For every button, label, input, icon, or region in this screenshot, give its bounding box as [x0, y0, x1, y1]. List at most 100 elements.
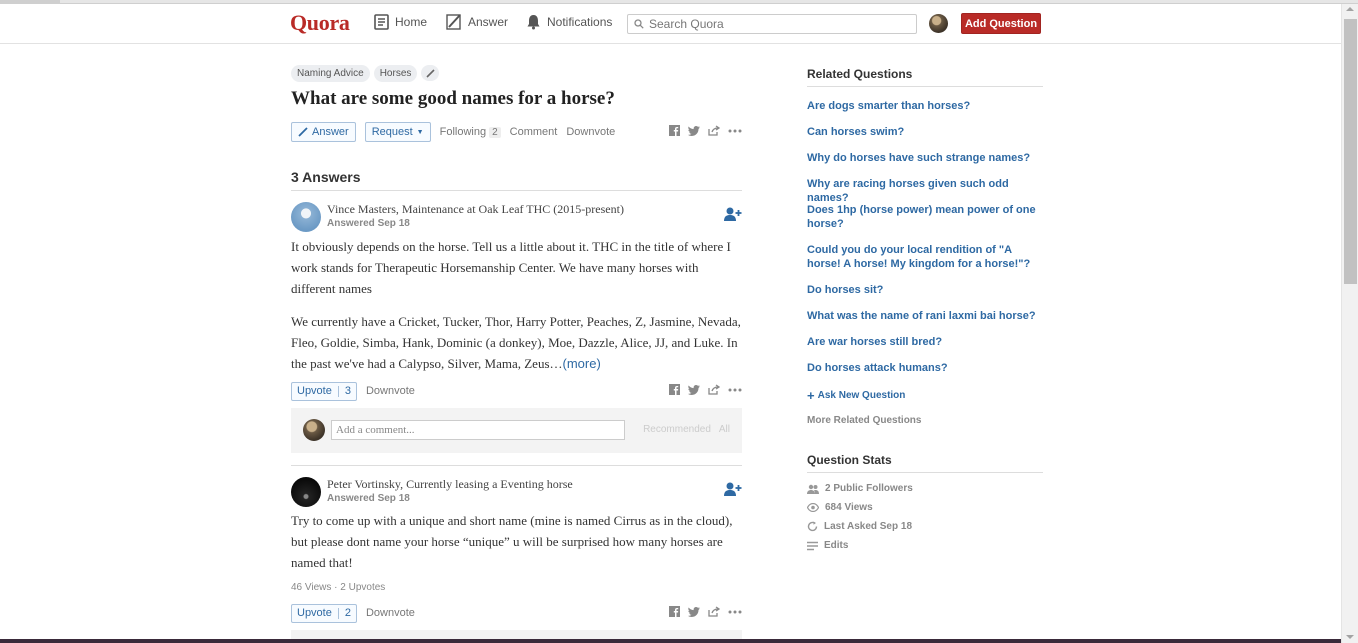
related-question-link[interactable]: Why do horses have such strange names?: [807, 151, 1043, 165]
downvote-link[interactable]: Downvote: [366, 607, 415, 619]
search-icon: [634, 19, 644, 29]
question-stats-heading: Question Stats: [807, 453, 892, 467]
comment-tab-recommended[interactable]: Recommended: [643, 424, 711, 435]
stat-followers-label[interactable]: 2 Public Followers: [825, 483, 913, 494]
stat-views-label: 684 Views: [825, 502, 873, 513]
related-question-link[interactable]: Can horses swim?: [807, 125, 1043, 139]
user-avatar[interactable]: [929, 14, 948, 33]
add-user-icon: [724, 207, 742, 221]
answer-2-paragraph-1: Try to come up with a unique and short n…: [291, 513, 733, 570]
following-button[interactable]: Following 2: [440, 126, 501, 138]
search-box[interactable]: [627, 14, 917, 34]
request-button[interactable]: Request ▼: [364, 122, 431, 142]
upvote-label: Upvote: [297, 607, 332, 619]
answer-2-meta: Peter Vortinsky, Currently leasing a Eve…: [327, 477, 573, 504]
twitter-icon[interactable]: [688, 384, 700, 395]
answers-divider: [291, 190, 742, 191]
nav-home[interactable]: Home: [374, 14, 427, 30]
pencil-icon: [298, 127, 308, 137]
share-icon[interactable]: [708, 125, 720, 136]
stat-followers: 2 Public Followers: [807, 483, 913, 494]
nav-answer[interactable]: Answer: [446, 14, 508, 30]
stat-edits-label[interactable]: Edits: [824, 540, 848, 551]
follow-user-1-button[interactable]: [724, 207, 742, 226]
more-related-questions-link[interactable]: More Related Questions: [807, 415, 921, 426]
comment-box: Recommended All: [291, 408, 742, 453]
comment-tabs: Recommended All: [643, 424, 730, 435]
following-label: Following: [439, 126, 487, 138]
bell-icon: [527, 15, 540, 30]
share-icon[interactable]: [708, 384, 720, 395]
request-button-label: Request: [371, 126, 413, 138]
pencil-icon: [446, 14, 461, 30]
more-options-icon[interactable]: [728, 129, 742, 133]
answer-2-date[interactable]: Answered Sep 18: [327, 493, 573, 504]
answer-1-meta: Vince Masters, Maintenance at Oak Leaf T…: [327, 202, 624, 229]
comment-link[interactable]: Comment: [510, 126, 558, 138]
topic-naming-advice[interactable]: Naming Advice: [291, 65, 370, 82]
eye-icon: [807, 503, 819, 512]
answer-1-paragraph-1: It obviously depends on the horse. Tell …: [291, 239, 731, 296]
stat-last-asked-label: Last Asked Sep 18: [824, 521, 913, 532]
topic-horses[interactable]: Horses: [373, 65, 418, 82]
plus-icon: +: [807, 388, 815, 403]
upvote-button[interactable]: Upvote 3: [291, 381, 357, 401]
related-question-link[interactable]: Do horses attack humans?: [807, 361, 1043, 375]
lines-icon: [807, 541, 818, 550]
answer-button-label: Answer: [312, 126, 349, 138]
more-options-icon[interactable]: [728, 388, 742, 392]
answer-1-avatar[interactable]: [291, 202, 321, 232]
answer-2-avatar[interactable]: [291, 477, 321, 507]
related-question-link[interactable]: Could you do your local rendition of "A …: [807, 243, 1043, 271]
scroll-down-arrow-icon[interactable]: [1346, 635, 1354, 639]
follow-user-2-button[interactable]: [724, 482, 742, 501]
search-input[interactable]: [649, 17, 899, 31]
downvote-question-link[interactable]: Downvote: [566, 126, 615, 138]
question-share-icons: [669, 125, 742, 136]
answer-divider: [291, 465, 742, 466]
answer-2-header: Peter Vortinsky, Currently leasing a Eve…: [291, 477, 742, 507]
answer-1-author[interactable]: Vince Masters, Maintenance at Oak Leaf T…: [327, 202, 624, 217]
read-more-link[interactable]: (more): [563, 356, 601, 371]
related-question-link[interactable]: Are dogs smarter than horses?: [807, 99, 1043, 113]
twitter-icon[interactable]: [688, 125, 700, 136]
nav-home-label: Home: [395, 15, 428, 29]
topic-list: Naming Advice Horses: [291, 65, 440, 82]
answer-1-actions: Upvote 3 Downvote: [291, 381, 742, 401]
upvote-button[interactable]: Upvote 2: [291, 603, 357, 623]
related-question-link[interactable]: What was the name of rani laxmi bai hors…: [807, 309, 1043, 323]
nav-notifications[interactable]: Notifications: [526, 14, 612, 30]
site-header: Quora Home Answer Notifications Add Ques…: [0, 4, 1341, 44]
answer-1-share-icons: [669, 384, 742, 395]
share-icon[interactable]: [708, 606, 720, 617]
page-scrollbar[interactable]: [1341, 4, 1358, 643]
facebook-icon[interactable]: [669, 384, 680, 395]
related-divider: [807, 86, 1043, 87]
answer-button[interactable]: Answer: [291, 122, 356, 142]
related-question-link[interactable]: Why are racing horses given such odd nam…: [807, 177, 1043, 205]
pencil-icon: [426, 68, 435, 78]
question-actions: Answer Request ▼ Following 2 Comment Down…: [291, 122, 742, 142]
related-question-link[interactable]: Do horses sit?: [807, 283, 1043, 297]
answers-count: 3 Answers: [291, 169, 361, 185]
quora-logo[interactable]: Quora: [290, 10, 350, 36]
twitter-icon[interactable]: [688, 606, 700, 617]
answer-1-date[interactable]: Answered Sep 18: [327, 218, 624, 229]
facebook-icon[interactable]: [669, 606, 680, 617]
downvote-link[interactable]: Downvote: [366, 385, 415, 397]
home-icon: [374, 14, 389, 30]
edit-topics-button[interactable]: [421, 65, 440, 81]
stat-edits: Edits: [807, 540, 848, 551]
comment-input[interactable]: [331, 420, 625, 440]
answer-2-stats: 46 Views · 2 Upvotes: [291, 582, 386, 593]
ask-new-question-link[interactable]: + Ask New Question: [807, 388, 905, 403]
related-question-link[interactable]: Are war horses still bred?: [807, 335, 1043, 349]
related-question-link[interactable]: Does 1hp (horse power) mean power of one…: [807, 203, 1043, 231]
more-options-icon[interactable]: [728, 610, 742, 614]
add-question-button[interactable]: Add Question: [961, 13, 1041, 34]
answer-2-author[interactable]: Peter Vortinsky, Currently leasing a Eve…: [327, 477, 573, 492]
scroll-thumb[interactable]: [1344, 19, 1357, 284]
scroll-up-arrow-icon[interactable]: [1346, 7, 1354, 11]
comment-tab-all[interactable]: All: [719, 424, 730, 435]
facebook-icon[interactable]: [669, 125, 680, 136]
